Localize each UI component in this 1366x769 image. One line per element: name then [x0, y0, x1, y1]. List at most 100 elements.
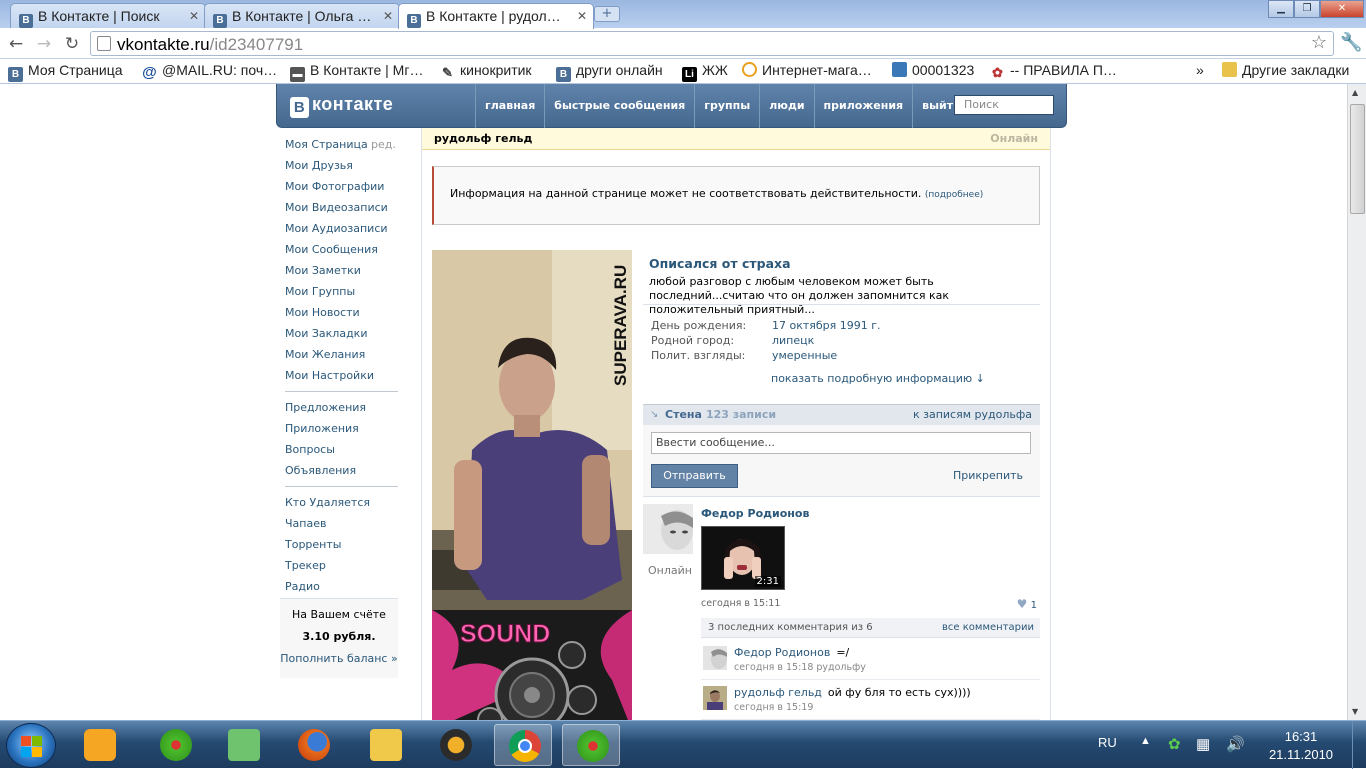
maximize-button[interactable]: ❐: [1294, 0, 1320, 18]
taskbar-chrome[interactable]: [494, 724, 552, 766]
top-up-link[interactable]: Пополнить баланс »: [280, 643, 398, 665]
nav-quick-messages[interactable]: быстрые сообщения: [544, 84, 694, 128]
menu-ads[interactable]: Объявления: [276, 460, 422, 481]
menu-bookmarks[interactable]: Мои Закладки: [276, 323, 422, 344]
forward-button[interactable]: →: [33, 33, 55, 55]
bookmark-item[interactable]: Интернет-мага…: [742, 62, 872, 78]
menu-news[interactable]: Мои Новости: [276, 302, 422, 323]
bookmark-item[interactable]: @ @MAIL.RU: поч…: [142, 62, 277, 80]
arrow-down-icon[interactable]: ↘: [650, 409, 658, 420]
wall-posts-link[interactable]: к записям рудольфа: [913, 408, 1032, 421]
avatar[interactable]: [703, 646, 727, 670]
bookmark-item[interactable]: ▬ В Контакте | Мг…: [290, 62, 423, 82]
warning-more-link[interactable]: (подробнее): [925, 190, 983, 200]
icq-tray-icon[interactable]: ✿: [1168, 735, 1181, 753]
tab-olga[interactable]: B В Контакте | Ольга … ✕: [204, 3, 400, 28]
back-button[interactable]: ←: [5, 33, 27, 55]
close-icon[interactable]: ✕: [189, 9, 199, 23]
scroll-up-icon[interactable]: ▲: [1352, 88, 1358, 97]
bookmarks-overflow-icon[interactable]: »: [1196, 62, 1204, 78]
clock[interactable]: 16:31 21.11.2010: [1266, 728, 1336, 764]
close-icon[interactable]: ✕: [383, 9, 393, 23]
show-desktop-button[interactable]: [1352, 721, 1366, 769]
address-bar[interactable]: vkontakte.ru/id23407791 ☆: [90, 31, 1334, 56]
reload-button[interactable]: ↻: [61, 33, 83, 55]
menu-tracker[interactable]: Трекер: [276, 555, 422, 576]
tab-search[interactable]: B В Контакте | Поиск ✕: [10, 3, 206, 28]
taskbar-firefox[interactable]: [284, 724, 342, 766]
comment-author-name[interactable]: рудольф гельд: [734, 686, 822, 699]
edit-link[interactable]: ред.: [371, 134, 396, 155]
info-value[interactable]: умеренные: [772, 349, 837, 362]
attach-link[interactable]: Прикрепить: [953, 469, 1023, 482]
menu-who-deletes[interactable]: Кто Удаляется: [276, 492, 422, 513]
show-more-info-link[interactable]: показать подробную информацию ↓: [771, 372, 985, 385]
language-indicator[interactable]: RU: [1098, 735, 1117, 750]
comment-author[interactable]: рудольф гельд ой фу бля то есть сух)))): [734, 686, 971, 699]
info-value[interactable]: 17 октября 1991 г.: [772, 319, 881, 332]
menu-torrents[interactable]: Торренты: [276, 534, 422, 555]
network-icon[interactable]: ▦: [1196, 735, 1210, 753]
menu-settings[interactable]: Мои Настройки: [276, 365, 422, 386]
tray-expand-icon[interactable]: ▲: [1140, 735, 1151, 747]
menu-friends[interactable]: Мои Друзья: [276, 155, 422, 176]
taskbar-network-app[interactable]: [214, 724, 272, 766]
minimize-button[interactable]: ▁: [1268, 0, 1294, 18]
star-icon[interactable]: ☆: [1311, 32, 1327, 53]
taskbar-explorer[interactable]: [356, 724, 414, 766]
menu-questions[interactable]: Вопросы: [276, 439, 422, 460]
menu-groups[interactable]: Мои Группы: [276, 281, 422, 302]
bookmark-item[interactable]: B Моя Страница: [8, 62, 123, 82]
close-window-button[interactable]: ✕: [1320, 0, 1364, 18]
volume-icon[interactable]: 🔊: [1226, 735, 1245, 753]
wrench-icon[interactable]: 🔧: [1340, 32, 1362, 53]
video-thumbnail[interactable]: 2:31: [701, 526, 785, 590]
comment-author[interactable]: Федор Родионов =/: [734, 646, 849, 659]
scrollbar-thumb[interactable]: [1350, 104, 1365, 214]
wall-message-input[interactable]: Ввести сообщение...: [651, 432, 1031, 454]
menu-offers[interactable]: Предложения: [276, 397, 422, 418]
send-button[interactable]: Отправить: [651, 464, 738, 488]
bookmark-item[interactable]: Li ЖЖ: [682, 62, 728, 82]
profile-photo[interactable]: SUPERAVA.RU SOUND: [432, 250, 632, 720]
avatar[interactable]: [703, 686, 727, 710]
bookmark-item[interactable]: Bдруги онлайн: [556, 62, 663, 82]
menu-notes[interactable]: Мои Заметки: [276, 260, 422, 281]
menu-videos[interactable]: Мои Видеозаписи: [276, 197, 422, 218]
taskbar-media-player[interactable]: [70, 724, 128, 766]
like-button[interactable]: ♥ 1: [1017, 597, 1037, 611]
avatar[interactable]: [643, 504, 693, 554]
nav-home[interactable]: главная: [475, 84, 544, 128]
start-button[interactable]: [6, 723, 56, 768]
bookmark-item[interactable]: 00001323: [892, 62, 974, 78]
nav-people[interactable]: люди: [759, 84, 813, 128]
menu-chapaev[interactable]: Чапаев: [276, 513, 422, 534]
bookmark-item[interactable]: ✎ кинокритик: [440, 62, 532, 80]
profile-name-bar: рудольф гельд Онлайн: [422, 128, 1050, 150]
menu-messages[interactable]: Мои Сообщения: [276, 239, 422, 260]
post-author[interactable]: Федор Родионов: [701, 507, 809, 520]
menu-audio[interactable]: Мои Аудиозаписи: [276, 218, 422, 239]
menu-my-page[interactable]: Моя Страница ред.: [276, 134, 422, 155]
nav-groups[interactable]: группы: [694, 84, 759, 128]
vk-logo[interactable]: Вконтакте: [290, 94, 393, 118]
close-icon[interactable]: ✕: [577, 9, 587, 23]
menu-photos[interactable]: Мои Фотографии: [276, 176, 422, 197]
menu-radio[interactable]: Радио: [276, 576, 422, 597]
comment-author-name[interactable]: Федор Родионов: [734, 646, 830, 659]
menu-wishes[interactable]: Мои Желания: [276, 344, 422, 365]
nav-apps[interactable]: приложения: [813, 84, 913, 128]
all-comments-link[interactable]: все комментарии: [942, 622, 1034, 633]
taskbar-icq[interactable]: [146, 724, 204, 766]
vertical-scrollbar[interactable]: ▲ ▼: [1347, 84, 1366, 720]
bookmark-item[interactable]: ✿ -- ПРАВИЛА П…: [990, 62, 1117, 80]
new-tab-button[interactable]: +: [594, 6, 620, 22]
search-input[interactable]: Поиск: [954, 95, 1054, 115]
info-value[interactable]: липецк: [772, 334, 814, 347]
scroll-down-icon[interactable]: ▼: [1352, 707, 1358, 716]
taskbar-aimp[interactable]: [426, 724, 484, 766]
taskbar-icq-active[interactable]: [562, 724, 620, 766]
menu-applications[interactable]: Приложения: [276, 418, 422, 439]
other-bookmarks[interactable]: Другие закладки: [1222, 62, 1349, 78]
tab-rudolf[interactable]: B В Контакте | рудол… ✕: [398, 3, 594, 29]
